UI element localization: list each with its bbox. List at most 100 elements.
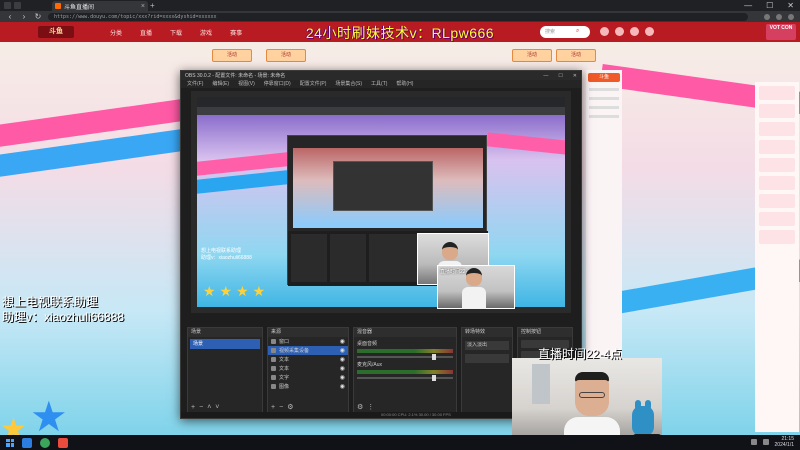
transition-select[interactable]: 淡入淡出 <box>465 341 509 350</box>
controls-header: 控制按钮 <box>518 328 572 337</box>
menu-edit[interactable]: 编辑(E) <box>212 80 229 88</box>
close-window-button[interactable]: ✕ <box>787 0 794 11</box>
star-decoration-icon: ★ <box>0 413 27 435</box>
star-decoration-icon: ★★★★ <box>203 283 270 299</box>
promo-tile[interactable] <box>759 212 795 226</box>
mixer-track: 麦克风/Aux <box>357 361 453 381</box>
menu-tools[interactable]: 工具(T) <box>371 80 387 88</box>
network-icon[interactable] <box>750 439 757 445</box>
add-icon[interactable]: + <box>191 404 195 411</box>
mixer-header: 混音器 <box>354 328 456 337</box>
transitions-header: 转场特效 <box>462 328 512 337</box>
source-item[interactable]: 文本 ◉ <box>268 364 348 373</box>
windows-taskbar: 21:15 2024/1/1 <box>0 435 800 450</box>
add-icon[interactable]: + <box>271 404 275 411</box>
more-icon[interactable]: ⋮ <box>367 403 374 411</box>
up-icon[interactable]: ˄ <box>207 404 211 411</box>
preview-caption: 助理v：xiaozhuli66888 <box>201 255 252 261</box>
eye-icon: ◉ <box>339 384 345 390</box>
source-item[interactable]: 视频采集设备 ◉ <box>268 346 348 355</box>
menu-help[interactable]: 帮助(H) <box>396 80 413 88</box>
volume-meter <box>357 370 453 374</box>
back-icon[interactable]: ‹ <box>6 12 14 21</box>
eye-icon: ◉ <box>339 339 345 345</box>
plush-toy <box>632 400 654 436</box>
activity-button[interactable]: 活动 <box>512 49 552 62</box>
source-item[interactable]: 文字 ◉ <box>268 373 348 382</box>
obs-window-controls[interactable]: — ☐ ✕ <box>543 73 581 79</box>
obs-title: OBS 30.0.2 - 配置文件: 未命名 - 场景: 未命名 <box>185 73 286 79</box>
activity-button[interactable]: 活动 <box>556 49 596 62</box>
promo-tile[interactable] <box>759 158 795 172</box>
file-explorer-icon[interactable] <box>22 437 32 448</box>
promo-tile[interactable] <box>759 140 795 154</box>
eye-icon: ◉ <box>339 375 345 381</box>
volume-slider[interactable] <box>357 354 453 360</box>
reload-icon[interactable]: ↻ <box>34 12 42 21</box>
volume-icon[interactable] <box>762 439 769 445</box>
close-tab-icon[interactable]: × <box>141 3 145 10</box>
activity-button[interactable]: 活动 <box>212 49 252 62</box>
scenes-toolbar: + − ˄ ˅ <box>188 402 262 412</box>
gear-icon[interactable]: ⚙ <box>287 403 293 411</box>
obs-menubar: 文件(F) 编辑(E) 视图(V) 停靠窗口(D) 配置文件(P) 场景集合(S… <box>181 80 581 88</box>
maximize-button[interactable]: ☐ <box>766 0 773 11</box>
promo-tile[interactable] <box>759 230 795 244</box>
stream-title-overlay: 24小时刷妹技术v：RLpw666 <box>305 25 495 41</box>
url-field[interactable]: https://www.douyu.com/topic/xxx?rid=xxxx… <box>48 12 748 21</box>
tab-title: 斗鱼直播间 <box>64 4 95 11</box>
promo-tile[interactable] <box>759 86 795 100</box>
menu-icon[interactable] <box>788 13 794 20</box>
promo-tile[interactable] <box>759 104 795 118</box>
remove-icon[interactable]: − <box>199 404 203 411</box>
minimize-button[interactable]: — <box>744 0 752 11</box>
down-icon[interactable]: ˅ <box>215 404 219 411</box>
streamer-thumbnail <box>462 268 486 312</box>
obs-webcam-source[interactable]: 直播时间22-4点 <box>437 265 515 309</box>
scene-item[interactable]: 场景 <box>190 339 260 349</box>
promo-tile[interactable] <box>759 194 795 208</box>
browser-tabbar: 斗鱼直播间 × + — ☐ ✕ <box>0 0 800 11</box>
window-controls: — ☐ ✕ <box>744 0 794 11</box>
source-item[interactable]: 图像 ◉ <box>268 382 348 391</box>
sources-dock: 来源 窗口 ◉ 视频采集设备 ◉ 文本 ◉ 文本 ◉ 文字 ◉ 图像 ◉ + − ⚙ <box>267 327 349 413</box>
system-tray: 21:15 2024/1/1 <box>750 436 794 448</box>
volume-meter <box>357 349 453 353</box>
douyu-favicon-icon <box>55 3 61 9</box>
duration-field[interactable] <box>465 354 509 363</box>
volume-slider[interactable] <box>357 375 453 381</box>
menu-scene-collection[interactable]: 场景集合(S) <box>335 80 362 88</box>
eye-icon: ◉ <box>339 348 345 354</box>
forward-icon[interactable]: › <box>20 12 28 21</box>
windows-start-icon[interactable] <box>6 438 14 447</box>
tab-controls[interactable] <box>4 2 21 9</box>
browser-tab[interactable]: 斗鱼直播间 × <box>52 1 148 11</box>
taskbar-clock[interactable]: 21:15 2024/1/1 <box>775 436 794 448</box>
star-decoration-icon: ★ <box>30 393 68 435</box>
audio-mixer-dock: 混音器 桌面音频 麦克风/Aux ⚙ ⋮ <box>353 327 457 413</box>
profile-icon[interactable] <box>776 13 782 20</box>
scenes-dock: 场景 场景 + − ˄ ˅ <box>187 327 263 413</box>
scenes-header: 场景 <box>188 328 262 337</box>
chrome-icon[interactable] <box>40 437 50 448</box>
app-icon[interactable] <box>58 437 68 448</box>
mixer-toolbar: ⚙ ⋮ <box>354 402 456 412</box>
menu-docks[interactable]: 停靠窗口(D) <box>264 80 291 88</box>
bookmark-icon[interactable] <box>764 13 770 20</box>
track-label: 桌面音频 <box>357 341 378 347</box>
promo-tile[interactable] <box>759 176 795 190</box>
side-panel-logo: 斗鱼 <box>588 73 620 82</box>
source-item[interactable]: 文本 ◉ <box>268 355 348 364</box>
promo-tile[interactable] <box>759 122 795 136</box>
new-tab-button[interactable]: + <box>150 1 155 10</box>
source-item[interactable]: 窗口 ◉ <box>268 337 348 346</box>
gear-icon[interactable]: ⚙ <box>357 403 363 411</box>
remove-icon[interactable]: − <box>279 404 283 411</box>
menu-view[interactable]: 视图(V) <box>238 80 255 88</box>
eye-icon: ◉ <box>339 357 345 363</box>
menu-file[interactable]: 文件(F) <box>187 80 203 88</box>
sources-header: 来源 <box>268 328 348 337</box>
mixer-track: 桌面音频 <box>357 340 453 360</box>
menu-profile[interactable]: 配置文件(P) <box>300 80 327 88</box>
activity-button[interactable]: 活动 <box>266 49 306 62</box>
